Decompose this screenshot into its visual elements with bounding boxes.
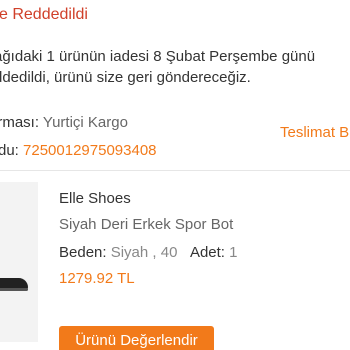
tracking-row: du: 7250012975093408 <box>0 142 157 159</box>
product-name[interactable]: Siyah Deri Erkek Spor Bot <box>59 216 233 233</box>
product-brand: Elle Shoes <box>59 190 131 207</box>
delivery-info-link[interactable]: Teslimat B <box>280 124 349 141</box>
product-image[interactable] <box>0 182 38 342</box>
review-product-button[interactable]: Ürünü Değerlendir <box>59 326 214 350</box>
return-detail-screen: e Reddedildi ağıdaki 1 ürünün iadesi 8 Ş… <box>0 0 350 350</box>
carrier-label: irması: <box>0 114 39 131</box>
product-attributes: Beden: Siyah , 40 Adet: 1 <box>59 244 238 261</box>
return-info-line-2: ddedildi, ürünü size geri göndereceğiz. <box>0 69 251 86</box>
section-divider <box>0 170 350 171</box>
quantity-value: 1 <box>229 244 238 261</box>
return-info-text: ağıdaki 1 ürünün iadesi 8 Şubat Perşembe… <box>0 46 350 88</box>
return-status-title: e Reddedildi <box>0 6 88 23</box>
quantity-label: Adet: <box>189 244 230 261</box>
size-value: Siyah , 40 <box>110 244 178 261</box>
carrier-row: irması: Yurtiçi Kargo <box>0 114 128 131</box>
size-label: Beden: <box>59 244 111 261</box>
tracking-number[interactable]: 7250012975093408 <box>23 142 156 159</box>
shoe-sole <box>0 288 28 291</box>
tracking-label: du: <box>0 142 24 159</box>
product-price: 1279.92 TL <box>59 270 135 287</box>
return-info-line-1: ağıdaki 1 ürünün iadesi 8 Şubat Perşembe… <box>0 48 316 65</box>
carrier-value: Yurtiçi Kargo <box>42 114 128 131</box>
